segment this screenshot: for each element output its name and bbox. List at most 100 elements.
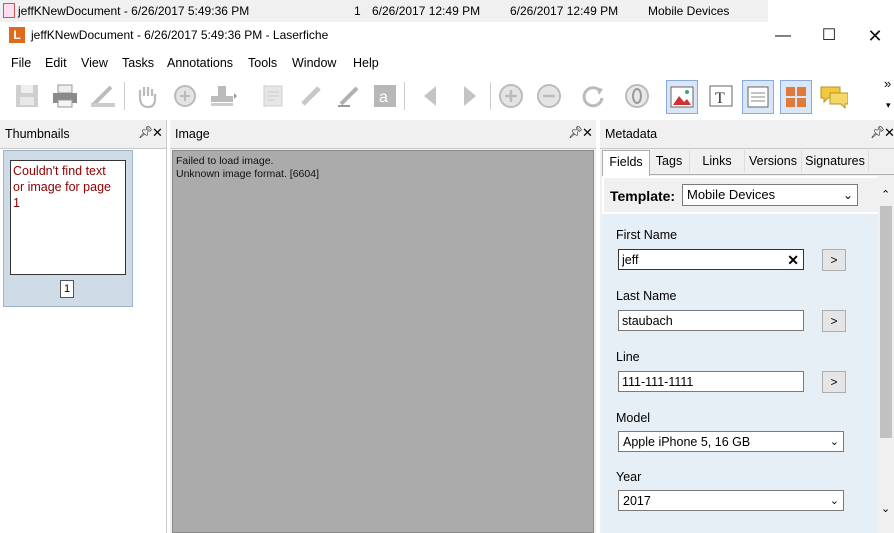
- annotations-view-icon[interactable]: [818, 80, 848, 112]
- save-icon[interactable]: [12, 80, 42, 112]
- scrollbar-thumb[interactable]: [880, 206, 892, 438]
- image-canvas[interactable]: Failed to load image. Unknown image form…: [172, 150, 594, 533]
- metadata-view-icon[interactable]: [742, 80, 774, 114]
- thumbnails-panel: Thumbnails 📌︎ ✕ Couldn't find text or im…: [0, 120, 167, 533]
- template-select[interactable]: Mobile Devices ⌄: [682, 184, 858, 206]
- window-title: jeffKNewDocument - 6/26/2017 5:49:36 PM …: [31, 28, 329, 42]
- image-panel: Image 📌︎ ✕ Failed to load image. Unknown…: [170, 120, 596, 533]
- pin-icon[interactable]: 📌︎: [138, 125, 153, 139]
- first-name-value: jeff: [622, 253, 639, 267]
- close-button[interactable]: ✕: [852, 22, 894, 50]
- image-view-icon[interactable]: [666, 80, 698, 114]
- menu-view[interactable]: View: [81, 56, 108, 70]
- menu-annotations[interactable]: Annotations: [167, 56, 233, 70]
- toolbar-separator: [124, 82, 125, 110]
- zoom-in-icon[interactable]: [496, 80, 526, 112]
- fields-scrollbar[interactable]: ⌃ ⌄: [878, 176, 894, 533]
- template-row: Template: Mobile Devices ⌄: [604, 178, 878, 212]
- first-name-label: First Name: [616, 228, 678, 242]
- close-panel-icon[interactable]: ✕: [152, 125, 163, 141]
- window-title-bar: L jeffKNewDocument - 6/26/2017 5:49:36 P…: [0, 22, 894, 50]
- menu-window[interactable]: Window: [292, 56, 336, 70]
- thumbnail-error-text: Couldn't find text or image for page 1: [13, 164, 111, 210]
- image-title: Image: [175, 127, 210, 141]
- scan-icon[interactable]: [88, 80, 118, 112]
- thumbnails-header: Thumbnails 📌︎ ✕: [0, 120, 166, 149]
- zoom-in-tool-icon[interactable]: [170, 80, 200, 112]
- menu-bar: File Edit View Tasks Annotations Tools W…: [0, 52, 894, 74]
- print-icon[interactable]: [50, 80, 80, 112]
- next-page-icon[interactable]: [454, 80, 484, 112]
- close-panel-icon[interactable]: ✕: [582, 125, 593, 141]
- toolbar-options-icon[interactable]: ▾: [886, 100, 891, 111]
- pin-icon[interactable]: 📌︎: [568, 125, 583, 139]
- model-value: Apple iPhone 5, 16 GB: [623, 435, 751, 449]
- highlighter-icon[interactable]: [296, 80, 326, 112]
- svg-text:T: T: [715, 90, 725, 107]
- row-document-name: jeffKNewDocument - 6/26/2017 5:49:36 PM: [18, 4, 250, 18]
- toolbar-overflow[interactable]: »: [884, 76, 891, 91]
- menu-tasks[interactable]: Tasks: [122, 56, 154, 70]
- tab-versions[interactable]: Versions: [745, 150, 802, 172]
- background-list-row[interactable]: jeffKNewDocument - 6/26/2017 5:49:36 PM …: [0, 0, 768, 23]
- toolbar-separator: [490, 82, 491, 110]
- model-label: Model: [616, 411, 651, 425]
- toolbar-separator: [404, 82, 405, 110]
- thumbnail-page: Couldn't find text or image for page 1: [10, 160, 126, 275]
- menu-tools[interactable]: Tools: [248, 56, 277, 70]
- text-view-icon[interactable]: T: [706, 80, 736, 112]
- tab-tags[interactable]: Tags: [649, 150, 690, 172]
- first-name-go-button[interactable]: >: [822, 249, 846, 271]
- maximize-button[interactable]: ☐: [806, 22, 852, 50]
- pan-hand-icon[interactable]: [132, 80, 162, 112]
- zoom-out-icon[interactable]: [534, 80, 564, 112]
- first-name-field[interactable]: jeff ✕: [618, 249, 804, 270]
- close-panel-icon[interactable]: ✕: [884, 125, 894, 141]
- pin-icon[interactable]: 📌︎: [870, 125, 885, 139]
- text-annotation-icon[interactable]: a: [370, 80, 400, 112]
- metadata-header: Metadata 📌︎ ✕: [600, 120, 894, 149]
- menu-file[interactable]: File: [11, 56, 31, 70]
- image-error-message: Failed to load image. Unknown image form…: [176, 155, 319, 181]
- row-template: Mobile Devices: [648, 4, 730, 18]
- scroll-up-icon[interactable]: ⌃: [881, 188, 890, 201]
- last-name-label: Last Name: [616, 289, 677, 303]
- fields-area: Template: Mobile Devices ⌄ First Name je…: [602, 176, 878, 533]
- tab-links[interactable]: Links: [690, 150, 745, 172]
- stamp-icon[interactable]: [208, 80, 238, 112]
- menu-edit[interactable]: Edit: [45, 56, 67, 70]
- last-name-field[interactable]: staubach: [618, 310, 804, 331]
- pen-icon[interactable]: [334, 80, 364, 112]
- line-field[interactable]: 111-111-1111: [618, 371, 804, 392]
- image-error-line1: Failed to load image.: [176, 155, 274, 167]
- row-modified-date: 6/26/2017 12:49 PM: [510, 4, 619, 18]
- thumbnail-page-number: 1: [60, 280, 74, 298]
- clear-icon[interactable]: ✕: [787, 250, 799, 271]
- image-header: Image 📌︎ ✕: [170, 120, 596, 149]
- menu-help[interactable]: Help: [353, 56, 379, 70]
- chevron-down-icon: ⌄: [829, 495, 839, 507]
- tab-signatures[interactable]: Signatures: [802, 150, 869, 172]
- line-label: Line: [616, 350, 640, 364]
- minimize-button[interactable]: —: [760, 22, 806, 50]
- previous-page-icon[interactable]: [416, 80, 446, 112]
- ocr-icon[interactable]: [622, 80, 652, 112]
- rotate-icon[interactable]: [578, 80, 608, 112]
- line-go-button[interactable]: >: [822, 371, 846, 393]
- model-select[interactable]: Apple iPhone 5, 16 GB ⌄: [618, 431, 844, 452]
- image-error-line2: Unknown image format. [6604]: [176, 168, 319, 180]
- metadata-title: Metadata: [605, 127, 658, 141]
- row-page-count: 1: [354, 4, 361, 18]
- metadata-tabs: Fields Tags Links Versions Signatures: [602, 150, 894, 176]
- scroll-down-icon[interactable]: ⌄: [881, 502, 890, 515]
- last-name-go-button[interactable]: >: [822, 310, 846, 332]
- row-created-date: 6/26/2017 12:49 PM: [372, 4, 481, 18]
- sticky-note-icon[interactable]: [258, 80, 288, 112]
- metadata-panel: Metadata 📌︎ ✕ Fields Tags Links Versions…: [600, 120, 894, 533]
- year-value: 2017: [623, 494, 651, 508]
- tab-fields[interactable]: Fields: [602, 150, 650, 176]
- year-select[interactable]: 2017 ⌄: [618, 490, 844, 511]
- thumbnail-card[interactable]: Couldn't find text or image for page 1 1: [3, 150, 133, 307]
- thumbnails-view-icon[interactable]: [780, 80, 812, 114]
- chevron-down-icon: ⌄: [829, 436, 839, 448]
